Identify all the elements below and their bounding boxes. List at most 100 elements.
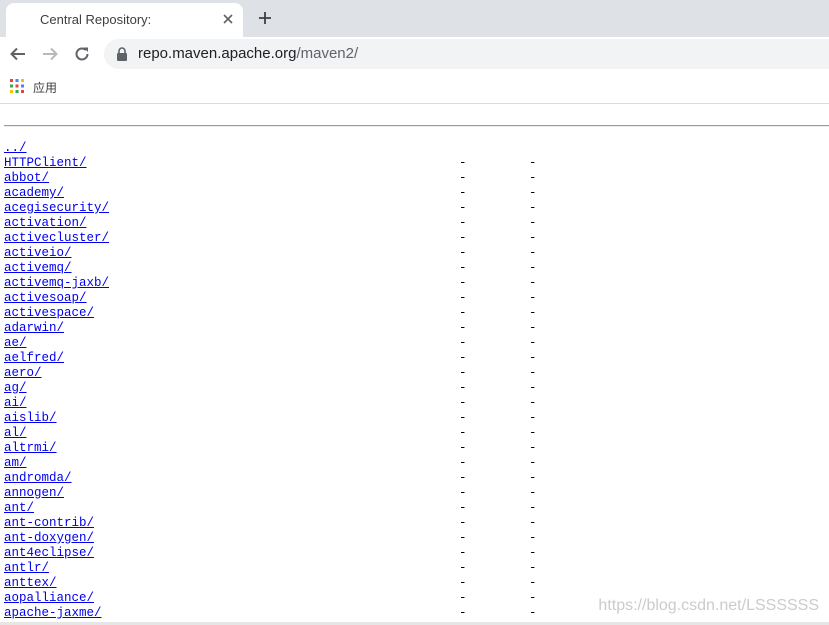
date-cell: - [459,606,467,620]
directory-link[interactable]: aelfred/ [4,351,64,365]
directory-link[interactable]: activecluster/ [4,231,109,245]
list-item: activemq-jaxb/ - - [4,276,829,291]
date-cell: - [459,261,467,275]
directory-link[interactable]: anttex/ [4,576,57,590]
date-cell: - [459,576,467,590]
directory-link[interactable]: antlr/ [4,561,49,575]
date-cell: - [459,486,467,500]
list-item: annogen/ - - [4,486,829,501]
directory-link[interactable]: activemq-jaxb/ [4,276,109,290]
directory-link[interactable]: acegisecurity/ [4,201,109,215]
directory-link[interactable]: aopalliance/ [4,591,94,605]
directory-link[interactable]: activespace/ [4,306,94,320]
plus-icon[interactable] [256,9,274,27]
date-cell: - [459,246,467,260]
reload-icon[interactable] [73,45,91,63]
back-arrow-icon[interactable] [9,45,27,63]
date-cell: - [459,456,467,470]
size-cell: - [529,276,537,290]
directory-link[interactable]: ../ [4,141,27,155]
directory-link[interactable]: ant-contrib/ [4,516,94,530]
size-cell: - [529,201,537,215]
browser-tab[interactable]: Central Repository: [6,3,243,37]
size-cell: - [529,306,537,320]
list-item: am/ - - [4,456,829,471]
apps-label[interactable]: 应用 [33,79,57,96]
size-cell: - [529,411,537,425]
list-item: antlr/ - - [4,561,829,576]
size-cell: - [529,216,537,230]
directory-link[interactable]: apache-jaxme/ [4,606,102,620]
date-cell: - [459,516,467,530]
size-cell: - [529,321,537,335]
directory-link[interactable]: ai/ [4,396,27,410]
date-cell: - [459,591,467,605]
tab-title: Central Repository: [40,12,152,27]
directory-link[interactable]: ant4eclipse/ [4,546,94,560]
list-item: ant/ - - [4,501,829,516]
date-cell: - [459,351,467,365]
date-cell: - [459,561,467,575]
list-item: andromda/ - - [4,471,829,486]
directory-link[interactable]: academy/ [4,186,64,200]
list-item: aislib/ - - [4,411,829,426]
size-cell: - [529,516,537,530]
tab-strip: Central Repository: [0,0,829,37]
directory-link[interactable]: ag/ [4,381,27,395]
list-item: ant-doxygen/ - - [4,531,829,546]
size-cell: - [529,501,537,515]
url-path: /maven2/ [296,45,359,62]
list-item: ai/ - - [4,396,829,411]
directory-link[interactable]: adarwin/ [4,321,64,335]
list-item: activesoap/ - - [4,291,829,306]
list-item: ant-contrib/ - - [4,516,829,531]
date-cell: - [459,441,467,455]
lock-icon[interactable] [116,47,128,61]
directory-link[interactable]: annogen/ [4,486,64,500]
directory-link[interactable]: aero/ [4,366,42,380]
date-cell: - [459,171,467,185]
date-cell: - [459,381,467,395]
apps-grid-icon[interactable] [10,79,24,93]
list-item: activecluster/ - - [4,231,829,246]
date-cell: - [459,231,467,245]
directory-link[interactable]: al/ [4,426,27,440]
directory-link[interactable]: activesoap/ [4,291,87,305]
list-item: ag/ - - [4,381,829,396]
size-cell: - [529,246,537,260]
address-bar[interactable]: repo.maven.apache.org/maven2/ [104,39,829,69]
date-cell: - [459,396,467,410]
directory-link[interactable]: ant-doxygen/ [4,531,94,545]
directory-link[interactable]: ant/ [4,501,34,515]
directory-link[interactable]: andromda/ [4,471,72,485]
size-cell: - [529,171,537,185]
forward-arrow-icon[interactable] [41,45,59,63]
date-cell: - [459,201,467,215]
list-item: abbot/ - - [4,171,829,186]
url-text[interactable]: repo.maven.apache.org/maven2/ [138,45,358,62]
size-cell: - [529,471,537,485]
size-cell: - [529,366,537,380]
close-icon[interactable] [220,11,236,27]
directory-link[interactable]: ae/ [4,336,27,350]
bookmarks-bar: 应用 [0,71,829,104]
directory-link[interactable]: activemq/ [4,261,72,275]
directory-link[interactable]: activeio/ [4,246,72,260]
date-cell: - [459,156,467,170]
directory-link[interactable]: altrmi/ [4,441,57,455]
directory-link[interactable]: aislib/ [4,411,57,425]
directory-link[interactable]: HTTPClient/ [4,156,87,170]
list-item: altrmi/ - - [4,441,829,456]
date-cell: - [459,321,467,335]
list-item: anttex/ - - [4,576,829,591]
size-cell: - [529,186,537,200]
watermark: https://blog.csdn.net/LSSSSSS [598,597,819,614]
directory-link[interactable]: am/ [4,456,27,470]
date-cell: - [459,216,467,230]
directory-link[interactable]: activation/ [4,216,87,230]
directory-listing: ../HTTPClient/- - abbot/- - academy/- - acegis… [4,141,829,621]
directory-link[interactable]: abbot/ [4,171,49,185]
size-cell: - [529,606,537,620]
date-cell: - [459,291,467,305]
size-cell: - [529,546,537,560]
